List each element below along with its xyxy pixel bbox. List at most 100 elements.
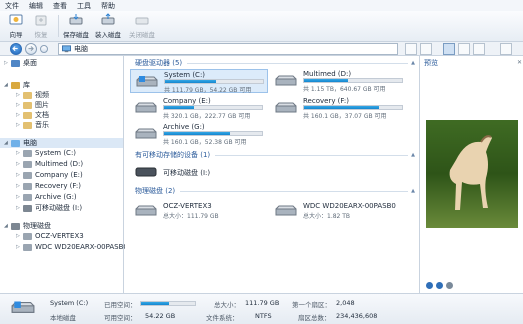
history-dropdown[interactable]: [40, 45, 48, 53]
view-details-button[interactable]: [458, 43, 470, 55]
status-bar: System (C:) 本地磁盘 已用空间： 可用空间： 54.22 GB 总大…: [0, 293, 523, 324]
drive-info: 共 160.1 GB，52.38 GB 可用: [163, 139, 247, 146]
disk-name: OCZ-VERTEX3: [163, 202, 212, 210]
wizard-button[interactable]: 向导: [2, 13, 30, 39]
tree-label: 电脑: [23, 139, 37, 147]
tree-item-disk2[interactable]: ▷ WDC WD20EARX-00PASB0: [16, 242, 128, 252]
disk-name: WDC WD20EARX-00PASB0: [303, 202, 396, 210]
tree-label: Recovery (F:): [35, 182, 81, 190]
menu-help[interactable]: 帮助: [96, 1, 120, 11]
expand-icon: ▷: [16, 194, 20, 200]
picture-folder-icon: [23, 101, 32, 109]
tree-item-drive-e[interactable]: ▷ Company (E:): [16, 170, 83, 180]
tree-item-removable[interactable]: ▷ 可移动磁盘 (I:): [16, 203, 82, 213]
group-divider: [180, 190, 409, 192]
tree-item-drive-c[interactable]: ▷ System (C:): [16, 148, 76, 158]
drive-tile[interactable]: Multimed (D:) 共 1.15 TB，640.67 GB 可用: [270, 69, 408, 93]
address-field[interactable]: 电脑: [58, 43, 398, 55]
tree-label: 桌面: [23, 59, 37, 67]
tree-item-library[interactable]: ◢ 库: [4, 80, 30, 90]
restore-button[interactable]: 恢复: [27, 13, 55, 39]
tree-item-drive-g[interactable]: ▷ Archive (G:): [16, 192, 77, 202]
back-button[interactable]: [10, 43, 22, 55]
group-header-hdd[interactable]: 硬盘驱动器 (5) ▲: [135, 58, 415, 68]
drive-tile[interactable]: System (C:) 共 111.79 GB，54.22 GB 可用: [130, 69, 268, 94]
desktop-icon: [11, 59, 20, 67]
close-icon[interactable]: ✕: [517, 59, 522, 66]
save-disk-button[interactable]: 保存磁盘: [62, 13, 90, 39]
arrow-left-icon: [12, 46, 18, 52]
expand-icon: ▷: [16, 112, 20, 118]
usage-fill: [164, 132, 230, 135]
drive-tile[interactable]: Recovery (F:) 共 160.1 GB，37.07 GB 可用: [270, 96, 408, 120]
view-tiles-button[interactable]: [443, 43, 455, 55]
address-path: 电脑: [74, 45, 88, 53]
tree-item-computer[interactable]: ◢ 电脑: [0, 138, 123, 148]
rotate-right-icon[interactable]: [436, 282, 443, 289]
forward-button[interactable]: [25, 43, 37, 55]
tree-item-disk1[interactable]: ▷ OCZ-VERTEX3: [16, 231, 84, 241]
drive-tile[interactable]: Company (E:) 共 320.1 GB，222.77 GB 可用: [130, 96, 268, 120]
menu-tools[interactable]: 工具: [72, 1, 96, 11]
tree-item-documents[interactable]: ▷ 文档: [16, 110, 49, 120]
hard-drive-icon: [11, 301, 35, 313]
menu-view[interactable]: 查看: [48, 1, 72, 11]
wizard-icon: [9, 14, 23, 25]
drive-info: 共 160.1 GB，37.07 GB 可用: [303, 113, 387, 120]
expand-icon: ▷: [16, 172, 20, 178]
expand-icon: ▷: [4, 60, 8, 66]
drive-tile[interactable]: Archive (G:) 共 160.1 GB，52.38 GB 可用: [130, 122, 268, 146]
preview-toggle-button[interactable]: [500, 43, 512, 55]
hard-drive-icon: [275, 75, 297, 86]
drive-info: 共 111.79 GB，54.22 GB 可用: [164, 87, 252, 94]
tree-item-videos[interactable]: ▷ 视频: [16, 90, 49, 100]
status-usage-bar: [140, 301, 196, 306]
restore-icon: [35, 15, 47, 26]
tree-item-desktop[interactable]: ▷ 桌面: [4, 58, 37, 68]
usage-fill: [141, 302, 170, 305]
drive-name: Company (E:): [163, 97, 211, 105]
chevron-up-icon: ▲: [411, 152, 415, 158]
drive-name: Recovery (F:): [303, 97, 349, 105]
removable-drive-tile[interactable]: 可移动磁盘 (I:): [130, 163, 268, 181]
collapse-icon: ◢: [4, 223, 8, 229]
group-title: 有可移动存储的设备 (1): [135, 151, 211, 159]
physical-disk-tile[interactable]: OCZ-VERTEX3 总大小：111.79 GB: [130, 199, 268, 223]
menu-edit[interactable]: 编辑: [24, 1, 48, 11]
disk-size: 总大小：111.79 GB: [163, 213, 219, 220]
view-icons-button[interactable]: [473, 43, 485, 55]
status-first-sector-label: 第一个扇区：: [292, 301, 331, 309]
expand-icon: ▷: [16, 102, 20, 108]
tree-item-drive-f[interactable]: ▷ Recovery (F:): [16, 181, 81, 191]
group-header-physical[interactable]: 物理磁盘 (2) ▲: [135, 186, 415, 196]
status-free-value: 54.22 GB: [145, 312, 176, 320]
drive-name: 可移动磁盘 (I:): [163, 169, 211, 177]
drive-info: 共 1.15 TB，640.67 GB 可用: [303, 86, 386, 93]
tree-item-physical[interactable]: ◢ 物理磁盘: [4, 221, 51, 231]
zoom-icon[interactable]: [446, 282, 453, 289]
hard-drive-icon: [275, 102, 297, 113]
drive-info: 共 320.1 GB，222.77 GB 可用: [163, 113, 251, 120]
tree-item-pictures[interactable]: ▷ 图片: [16, 100, 49, 110]
group-header-removable[interactable]: 有可移动存储的设备 (1) ▲: [135, 150, 415, 160]
load-disk-icon: [101, 13, 115, 25]
menu-file[interactable]: 文件: [0, 1, 24, 11]
tree-label: 视频: [35, 91, 49, 99]
tree-label: 物理磁盘: [23, 222, 51, 230]
drive-icon: [23, 160, 32, 168]
load-disk-button[interactable]: 装入磁盘: [94, 13, 122, 39]
disk-size: 总大小：1.82 TB: [303, 213, 351, 220]
usage-bar: [303, 78, 403, 83]
expand-icon: ▷: [16, 233, 20, 239]
load-disk-label: 装入磁盘: [95, 31, 121, 39]
menu-bar: 文件 编辑 查看 工具 帮助: [0, 0, 523, 11]
tree-item-music[interactable]: ▷ 音乐: [16, 120, 49, 130]
view-options-button[interactable]: [405, 43, 417, 55]
drive-icon: [23, 171, 32, 179]
rotate-left-icon[interactable]: [426, 282, 433, 289]
tree-item-drive-d[interactable]: ▷ Multimed (D:): [16, 159, 83, 169]
view-list-button[interactable]: [420, 43, 432, 55]
close-disk-button[interactable]: 关闭磁盘: [126, 13, 158, 39]
collapse-icon: ◢: [4, 82, 8, 88]
physical-disk-tile[interactable]: WDC WD20EARX-00PASB0 总大小：1.82 TB: [270, 199, 408, 223]
